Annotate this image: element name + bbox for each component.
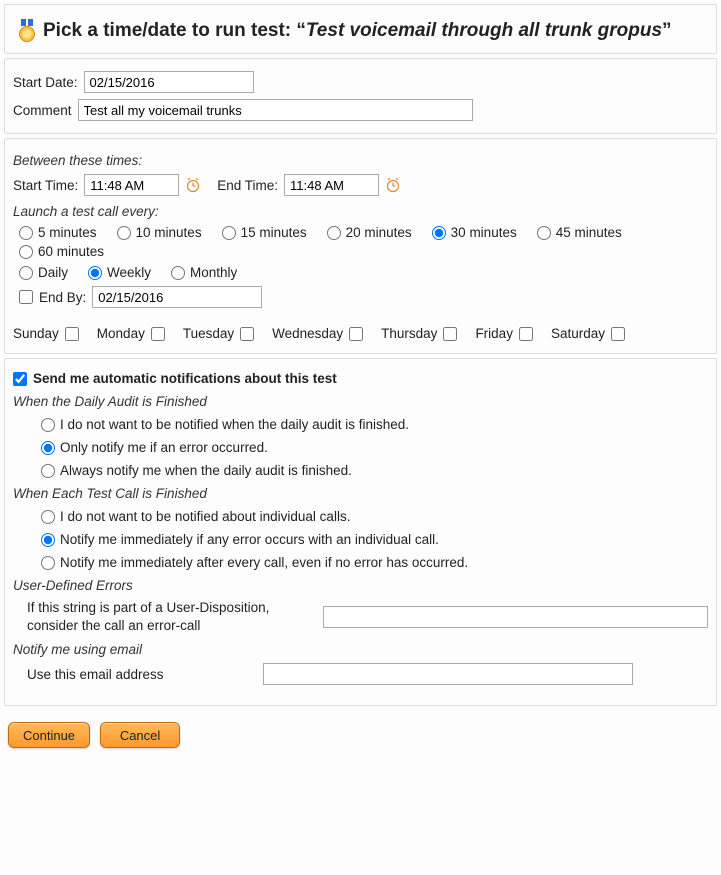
day-thursday-label: Thursday — [381, 326, 437, 341]
call-always-radio[interactable] — [41, 556, 55, 570]
notifications-panel: Send me automatic notifications about th… — [4, 358, 717, 706]
daily-always-radio[interactable] — [41, 464, 55, 478]
medal-icon — [17, 19, 37, 43]
interval-10-radio[interactable] — [117, 226, 131, 240]
call-none-label: I do not want to be notified about indiv… — [60, 509, 350, 524]
interval-20-radio[interactable] — [327, 226, 341, 240]
end-time-label: End Time: — [217, 178, 278, 193]
title-panel: Pick a time/date to run test: “Test voic… — [4, 4, 717, 54]
user-error-input[interactable] — [323, 606, 708, 628]
interval-group: 5 minutes 10 minutes 15 minutes 20 minut… — [13, 225, 708, 259]
interval-30-label: 30 minutes — [451, 225, 517, 240]
interval-60-radio[interactable] — [19, 245, 33, 259]
call-error-label: Notify me immediately if any error occur… — [60, 532, 439, 547]
start-panel: Start Date: Comment — [4, 58, 717, 134]
email-label: Use this email address — [27, 667, 257, 682]
launch-every-label: Launch a test call every: — [13, 204, 708, 219]
day-saturday-checkbox[interactable] — [611, 327, 625, 341]
daily-none-label: I do not want to be notified when the da… — [60, 417, 409, 432]
send-notifications-label: Send me automatic notifications about th… — [33, 371, 337, 386]
start-date-label: Start Date: — [13, 75, 78, 90]
schedule-panel: Between these times: Start Time: End Tim… — [4, 138, 717, 354]
day-tuesday-label: Tuesday — [183, 326, 234, 341]
cancel-button[interactable]: Cancel — [100, 722, 180, 748]
call-none-radio[interactable] — [41, 510, 55, 524]
day-tuesday-checkbox[interactable] — [240, 327, 254, 341]
start-time-input[interactable] — [84, 174, 179, 196]
end-by-checkbox[interactable] — [19, 290, 33, 304]
notify-email-heading: Notify me using email — [13, 642, 708, 657]
clock-icon[interactable] — [385, 177, 401, 193]
day-wednesday-checkbox[interactable] — [349, 327, 363, 341]
daily-error-radio[interactable] — [41, 441, 55, 455]
email-input[interactable] — [263, 663, 633, 685]
daily-none-radio[interactable] — [41, 418, 55, 432]
clock-icon[interactable] — [185, 177, 201, 193]
day-monday-checkbox[interactable] — [151, 327, 165, 341]
start-date-input[interactable] — [84, 71, 254, 93]
call-error-radio[interactable] — [41, 533, 55, 547]
day-monday-label: Monday — [97, 326, 145, 341]
day-friday-checkbox[interactable] — [519, 327, 533, 341]
start-time-label: Start Time: — [13, 178, 78, 193]
recur-group: Daily Weekly Monthly — [13, 265, 708, 280]
title-quote-open: “ — [296, 20, 306, 41]
day-thursday-checkbox[interactable] — [443, 327, 457, 341]
recur-daily-label: Daily — [38, 265, 68, 280]
page-title: Pick a time/date to run test: “Test voic… — [13, 13, 708, 49]
daily-audit-heading: When the Daily Audit is Finished — [13, 394, 708, 409]
interval-5-label: 5 minutes — [38, 225, 97, 240]
day-sunday-label: Sunday — [13, 326, 59, 341]
days-group: Sunday Monday Tuesday Wednesday Thursday… — [13, 326, 708, 341]
between-times-label: Between these times: — [13, 153, 708, 168]
interval-5-radio[interactable] — [19, 226, 33, 240]
recur-weekly-label: Weekly — [107, 265, 151, 280]
interval-30-radio[interactable] — [432, 226, 446, 240]
title-prefix: Pick a time/date to run test: — [43, 20, 296, 41]
footer-buttons: Continue Cancel — [0, 710, 721, 762]
end-by-input[interactable] — [92, 286, 262, 308]
recur-weekly-radio[interactable] — [88, 266, 102, 280]
daily-audit-group: I do not want to be notified when the da… — [13, 417, 708, 478]
interval-15-label: 15 minutes — [241, 225, 307, 240]
title-quote-close: ” — [662, 20, 672, 41]
user-errors-heading: User-Defined Errors — [13, 578, 708, 593]
interval-45-radio[interactable] — [537, 226, 551, 240]
day-sunday-checkbox[interactable] — [65, 327, 79, 341]
interval-10-label: 10 minutes — [136, 225, 202, 240]
each-call-group: I do not want to be notified about indiv… — [13, 509, 708, 570]
user-error-label: If this string is part of a User-Disposi… — [27, 599, 317, 634]
title-test-name: Test voicemail through all trunk gropus — [306, 20, 662, 41]
call-always-label: Notify me immediately after every call, … — [60, 555, 468, 570]
daily-always-label: Always notify me when the daily audit is… — [60, 463, 352, 478]
end-by-label: End By: — [39, 290, 86, 305]
continue-button[interactable]: Continue — [8, 722, 90, 748]
daily-error-label: Only notify me if an error occurred. — [60, 440, 268, 455]
recur-daily-radio[interactable] — [19, 266, 33, 280]
comment-input[interactable] — [78, 99, 473, 121]
interval-20-label: 20 minutes — [346, 225, 412, 240]
interval-15-radio[interactable] — [222, 226, 236, 240]
day-friday-label: Friday — [475, 326, 513, 341]
comment-label: Comment — [13, 103, 72, 118]
recur-monthly-label: Monthly — [190, 265, 237, 280]
day-saturday-label: Saturday — [551, 326, 605, 341]
each-call-heading: When Each Test Call is Finished — [13, 486, 708, 501]
end-time-input[interactable] — [284, 174, 379, 196]
day-wednesday-label: Wednesday — [272, 326, 343, 341]
send-notifications-checkbox[interactable] — [13, 372, 27, 386]
interval-60-label: 60 minutes — [38, 244, 104, 259]
interval-45-label: 45 minutes — [556, 225, 622, 240]
recur-monthly-radio[interactable] — [171, 266, 185, 280]
